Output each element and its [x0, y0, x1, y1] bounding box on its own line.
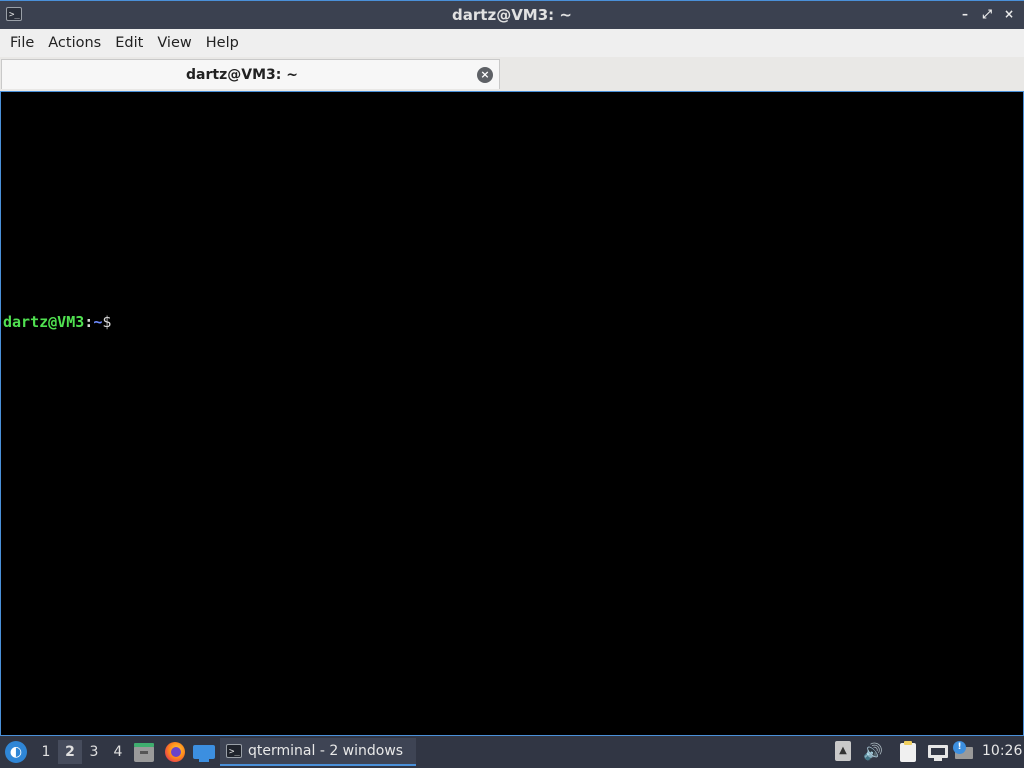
window-controls: – ⤢ ×: [958, 7, 1016, 21]
maximize-icon[interactable]: ⤢: [980, 7, 994, 21]
update-notifier-icon[interactable]: !: [953, 741, 975, 763]
start-menu-icon[interactable]: ◐: [5, 741, 27, 763]
menu-file[interactable]: File: [3, 29, 41, 57]
show-desktop-icon[interactable]: [193, 741, 215, 763]
shell-prompt: dartz@VM3:~$: [3, 313, 111, 331]
tab-close-icon[interactable]: ×: [477, 67, 493, 83]
terminal-task-icon: >_: [226, 744, 242, 758]
clock[interactable]: 10:26: [982, 743, 1022, 759]
volume-icon[interactable]: 🔊: [862, 741, 884, 763]
menu-actions[interactable]: Actions: [41, 29, 108, 57]
close-icon[interactable]: ×: [1002, 7, 1016, 21]
update-badge: !: [953, 741, 966, 754]
tab-bar: dartz@VM3: ~ ×: [0, 57, 1024, 91]
desktop-3-button[interactable]: 3: [82, 740, 106, 764]
tab-label: dartz@VM3: ~: [186, 67, 298, 83]
updown-icon[interactable]: ▲: [835, 741, 851, 761]
tab-terminal[interactable]: dartz@VM3: ~ ×: [1, 59, 500, 89]
firefox-icon[interactable]: [164, 741, 186, 763]
menu-bar: File Actions Edit View Help: [0, 29, 1024, 57]
desktop-2-button[interactable]: 2: [58, 740, 82, 764]
menu-help[interactable]: Help: [199, 29, 246, 57]
window-titlebar[interactable]: >_ dartz@VM3: ~ – ⤢ ×: [0, 0, 1024, 29]
network-icon[interactable]: [927, 741, 949, 763]
prompt-user: dartz@VM3: [3, 313, 85, 331]
taskbar-qterminal-button[interactable]: >_ qterminal - 2 windows: [220, 738, 416, 766]
desktop-1-button[interactable]: 1: [34, 740, 58, 764]
menu-view[interactable]: View: [150, 29, 198, 57]
desktop-switcher: 1 2 3 4: [34, 740, 130, 764]
minimize-icon[interactable]: –: [958, 7, 972, 21]
desktop-4-button[interactable]: 4: [106, 740, 130, 764]
task-label: qterminal - 2 windows: [248, 743, 404, 759]
window-title: dartz@VM3: ~: [452, 6, 572, 24]
menu-edit[interactable]: Edit: [108, 29, 150, 57]
terminal-output[interactable]: dartz@VM3:~$: [0, 91, 1024, 736]
clipboard-icon[interactable]: [900, 741, 918, 763]
prompt-symbol: $: [102, 313, 112, 331]
prompt-path: ~: [93, 313, 103, 331]
file-manager-icon[interactable]: [133, 741, 155, 763]
prompt-colon: :: [84, 313, 94, 331]
taskbar: ◐ 1 2 3 4 >_ qterminal - 2 windows ▲ 🔊 !…: [0, 736, 1024, 768]
